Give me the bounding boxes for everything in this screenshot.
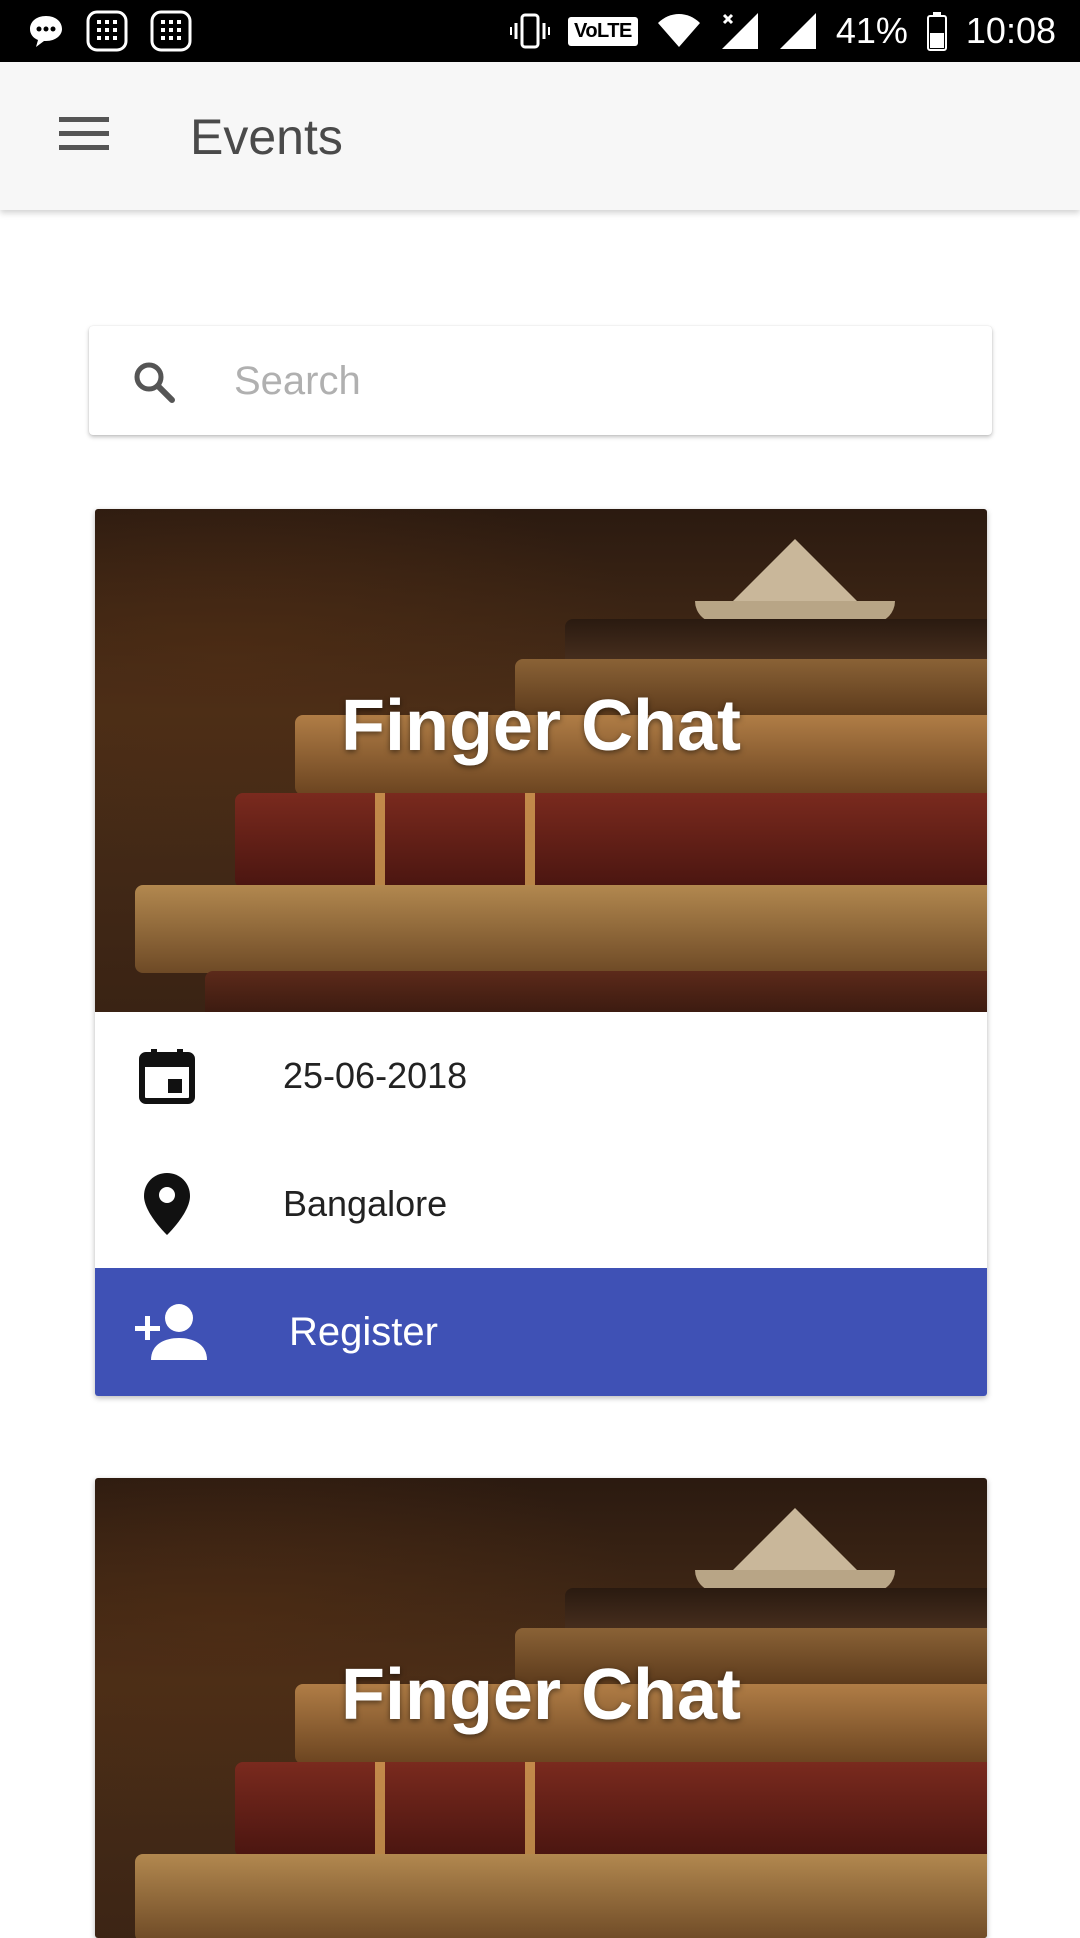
register-label: Register (289, 1309, 438, 1354)
register-button[interactable]: Register (95, 1268, 987, 1396)
status-bar-system: VoLTE 41% 10:08 (509, 8, 1056, 54)
chat-bubble-icon (28, 13, 64, 49)
book-decoration (135, 1854, 987, 1938)
book-band-decoration (525, 793, 535, 888)
event-title: Finger Chat (340, 686, 741, 766)
event-card[interactable]: Finger Chat 25-06-2018 Bangalore Registe… (95, 509, 987, 1396)
book-band-decoration (375, 1762, 385, 1857)
vibrate-icon (509, 11, 550, 51)
event-date: 25-06-2018 (283, 1055, 468, 1096)
book-band-decoration (525, 1762, 535, 1857)
page-title: Events (190, 109, 343, 165)
dialpad-icon (86, 10, 128, 52)
book-decoration (235, 793, 987, 888)
wifi-icon (656, 13, 702, 49)
hamburger-menu-icon (59, 116, 109, 156)
volte-icon: VoLTE (567, 16, 638, 46)
status-bar: VoLTE 41% 10:08 (0, 0, 1080, 62)
event-cover-image: Finger Chat (95, 509, 987, 1012)
menu-button[interactable] (52, 110, 116, 162)
signal-no-data-icon (720, 11, 760, 51)
clock: 10:08 (965, 10, 1056, 51)
event-date-row: 25-06-2018 (95, 1012, 987, 1140)
dialpad-icon (150, 10, 192, 52)
event-cover-image: Finger Chat (95, 1478, 987, 1938)
paper-boat-decoration (725, 539, 865, 609)
paper-boat-decoration (725, 1508, 865, 1578)
app-bar: Events (0, 62, 1080, 210)
search-icon (130, 358, 178, 406)
event-location-row: Bangalore (95, 1140, 987, 1268)
add-person-icon (133, 1300, 211, 1364)
location-pin-icon (135, 1172, 199, 1236)
book-band-decoration (375, 793, 385, 888)
battery-percent: 41% (835, 10, 908, 51)
status-bar-notifications (28, 10, 192, 52)
event-location: Bangalore (283, 1183, 448, 1224)
book-decoration (205, 971, 987, 1012)
event-card[interactable]: Finger Chat (95, 1478, 987, 1938)
calendar-icon (135, 1044, 199, 1108)
signal-icon (778, 11, 818, 51)
search-input[interactable] (232, 346, 952, 416)
battery-icon (926, 11, 948, 51)
book-decoration (135, 885, 987, 973)
book-decoration (235, 1762, 987, 1857)
event-title: Finger Chat (340, 1655, 741, 1735)
